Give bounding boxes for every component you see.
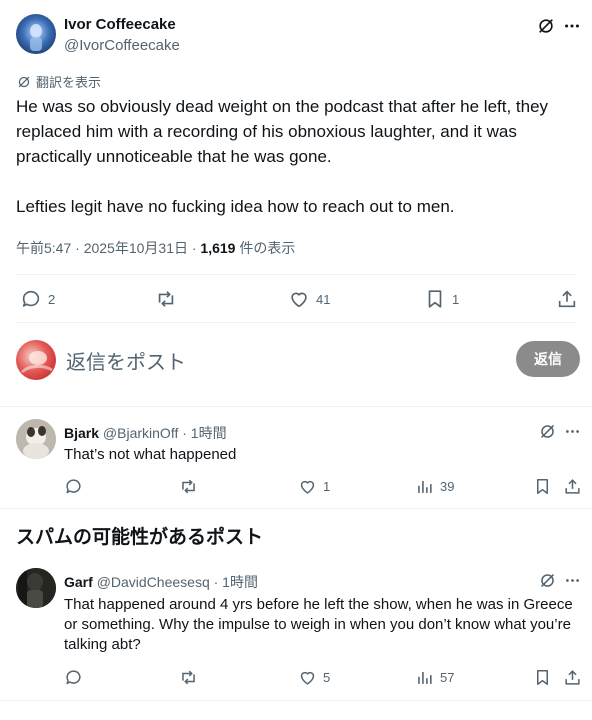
- views-label: 件の表示: [235, 240, 296, 256]
- reply-input[interactable]: 返信をポスト: [66, 346, 486, 375]
- reply-handle[interactable]: @BjarkinOff: [103, 425, 178, 441]
- reply-count: 2: [48, 291, 56, 307]
- author-display-name[interactable]: Ivor Coffeecake: [64, 16, 176, 33]
- repost-action[interactable]: [154, 288, 184, 310]
- post-meta: 午前5:47 · 2025年10月31日 · 1,619 件の表示: [16, 238, 295, 258]
- reply-time[interactable]: · 1時間: [214, 574, 258, 590]
- share-icon: [556, 288, 578, 310]
- views-count: 57: [440, 670, 455, 685]
- reply-time[interactable]: · 1時間: [182, 425, 226, 441]
- views-action[interactable]: 57: [415, 668, 454, 687]
- grok-slash-icon[interactable]: [538, 571, 556, 589]
- share-action[interactable]: [563, 477, 582, 496]
- author-handle[interactable]: @IvorCoffeecake: [64, 37, 180, 54]
- reply-display-name[interactable]: Garf: [64, 574, 93, 590]
- reply-text: That happened around 4 yrs before he lef…: [64, 595, 584, 655]
- like-action[interactable]: 1: [298, 477, 330, 496]
- like-count: 1: [323, 479, 331, 494]
- reply-handle[interactable]: @DavidCheesesq: [97, 574, 210, 590]
- like-icon: [298, 477, 317, 496]
- reply-icon: [64, 668, 83, 687]
- reply-text: That’s not what happened: [64, 446, 237, 463]
- repost-action[interactable]: [178, 477, 205, 496]
- reply-avatar[interactable]: [16, 568, 56, 608]
- translate-label: 翻訳を表示: [36, 75, 102, 90]
- divider: [0, 406, 592, 407]
- repost-icon: [178, 477, 199, 496]
- bookmark-action[interactable]: 1: [424, 288, 459, 310]
- reply-avatar[interactable]: [16, 419, 56, 459]
- repost-icon: [154, 288, 178, 310]
- reply-text-line: talking abt?: [64, 636, 141, 653]
- spam-section-heading: スパムの可能性があるポスト: [16, 527, 264, 548]
- reply-header: Garf @DavidCheesesq · 1時間: [64, 572, 258, 592]
- grok-slash-icon[interactable]: [536, 16, 556, 36]
- repost-icon: [178, 668, 199, 687]
- like-count: 41: [316, 291, 331, 307]
- views-count: 39: [440, 479, 455, 494]
- reply-action[interactable]: [64, 668, 89, 687]
- divider: [0, 700, 592, 701]
- reply-button-label: 返信: [534, 351, 562, 367]
- post-text: He was so obviously dead weight on the p…: [16, 94, 576, 219]
- divider: [0, 508, 592, 509]
- share-action[interactable]: [563, 668, 582, 687]
- post-paragraph-2: Lefties legit have no fucking idea how t…: [16, 197, 455, 216]
- grok-slash-icon[interactable]: [538, 422, 556, 440]
- translate-link[interactable]: 翻訳を表示: [17, 72, 101, 91]
- more-icon[interactable]: [563, 571, 581, 589]
- reply-display-name[interactable]: Bjark: [64, 425, 99, 441]
- like-count: 5: [323, 670, 331, 685]
- more-icon[interactable]: [562, 16, 582, 36]
- reply-icon: [20, 288, 42, 310]
- like-action[interactable]: 5: [298, 668, 330, 687]
- share-icon: [563, 668, 582, 687]
- views-icon: [415, 668, 434, 687]
- reply-text-line: That happened around 4 yrs before he lef…: [64, 596, 573, 613]
- share-icon: [563, 477, 582, 496]
- views-icon: [415, 477, 434, 496]
- bookmark-count: 1: [452, 291, 460, 307]
- post-timestamp[interactable]: 午前5:47 · 2025年10月31日 ·: [16, 240, 200, 256]
- like-action[interactable]: 41: [288, 288, 330, 310]
- bookmark-action[interactable]: [533, 668, 552, 687]
- reply-button[interactable]: 返信: [516, 341, 580, 377]
- divider: [16, 322, 576, 323]
- translate-icon: [17, 75, 31, 89]
- repost-action[interactable]: [178, 668, 205, 687]
- bookmark-icon: [533, 477, 552, 496]
- reply-action[interactable]: 2: [20, 288, 55, 310]
- reply-header: Bjark @BjarkinOff · 1時間: [64, 423, 227, 443]
- reply-icon: [64, 477, 83, 496]
- more-icon[interactable]: [563, 422, 581, 440]
- like-icon: [288, 288, 310, 310]
- divider: [16, 274, 576, 275]
- share-action[interactable]: [556, 288, 578, 310]
- like-icon: [298, 668, 317, 687]
- bookmark-icon: [533, 668, 552, 687]
- post-paragraph-1: He was so obviously dead weight on the p…: [16, 97, 549, 166]
- author-avatar[interactable]: [16, 14, 56, 54]
- reply-action[interactable]: [64, 477, 89, 496]
- reply-text-line: or something. Why the impulse to weigh i…: [64, 616, 571, 633]
- bookmark-icon: [424, 288, 446, 310]
- views-count: 1,619: [200, 240, 236, 256]
- user-avatar[interactable]: [16, 340, 56, 380]
- views-action[interactable]: 39: [415, 477, 454, 496]
- bookmark-action[interactable]: [533, 477, 552, 496]
